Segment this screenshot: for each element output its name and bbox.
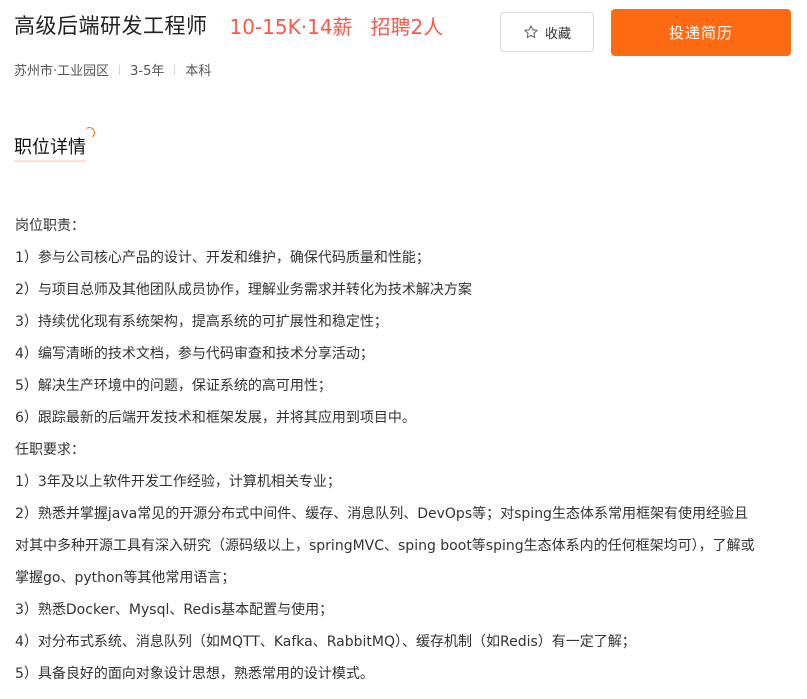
description-line: 掌握go、python等其他常用语言；	[15, 570, 236, 586]
description-line: 1）3年及以上软件开发工作经验，计算机相关专业；	[15, 474, 341, 490]
experience-text: 3-5年	[130, 64, 165, 79]
description-line: 岗位职责：	[15, 218, 85, 234]
description-line: 2）熟悉并掌握java常见的开源分布式中间件、缓存、消息队列、DevOps等；对…	[15, 506, 748, 522]
apply-resume-button[interactable]: 投递简历	[611, 9, 791, 56]
meta-divider	[119, 64, 121, 75]
section-title-text: 职位详情	[14, 137, 86, 158]
description-line: 4）对分布式系统、消息队列（如MQTT、Kafka、RabbitMQ）、缓存机制…	[15, 634, 636, 650]
description-line: 任职要求：	[15, 442, 85, 458]
description-line: 2）与项目总师及其他团队成员协作，理解业务需求并转化为技术解决方案	[15, 282, 472, 298]
description-line: 6）跟踪最新的后端开发技术和框架发展，并将其应用到项目中。	[15, 410, 416, 426]
job-meta: 苏州市·工业园区 3-5年 本科	[14, 60, 211, 79]
job-header: 高级后端研发工程师 10-15K·14薪 招聘2人	[14, 0, 443, 50]
meta-divider	[174, 64, 176, 75]
description-line: 3）持续优化现有系统架构，提高系统的可扩展性和稳定性；	[15, 314, 388, 330]
description-line: 1）参与公司核心产品的设计、开发和维护，确保代码质量和性能；	[15, 250, 430, 266]
title-underline	[14, 160, 86, 162]
section-title: 职位详情	[14, 126, 96, 162]
description-line: 对其中多种开源工具有深入研究（源码级以上，springMVC、sping boo…	[15, 538, 755, 554]
description-line: 5）解决生产环境中的问题，保证系统的高可用性；	[15, 378, 332, 394]
headcount-text: 招聘2人	[370, 14, 444, 39]
location-text: 苏州市·工业园区	[14, 64, 110, 79]
description-line: 3）熟悉Docker、Mysql、Redis基本配置与使用；	[15, 602, 334, 618]
collect-button[interactable]: 收藏	[500, 12, 594, 52]
education-text: 本科	[185, 64, 212, 79]
description-line: 4）编写清晰的技术文档，参与代码审查和技术分享活动；	[15, 346, 374, 362]
description-line: 5）具备良好的面向对象设计思想，熟悉常用的设计模式。	[15, 666, 374, 682]
job-description: 岗位职责： 1）参与公司核心产品的设计、开发和维护，确保代码质量和性能； 2）与…	[15, 210, 800, 690]
collect-label: 收藏	[544, 26, 571, 42]
job-detail-page: 高级后端研发工程师 10-15K·14薪 招聘2人 收藏 投递简历 苏州市·工业…	[0, 0, 807, 699]
star-outline-icon	[523, 24, 539, 40]
apply-label: 投递简历	[668, 24, 733, 42]
salary-text: 10-15K·14薪	[229, 14, 353, 39]
job-title: 高级后端研发工程师	[14, 14, 208, 38]
